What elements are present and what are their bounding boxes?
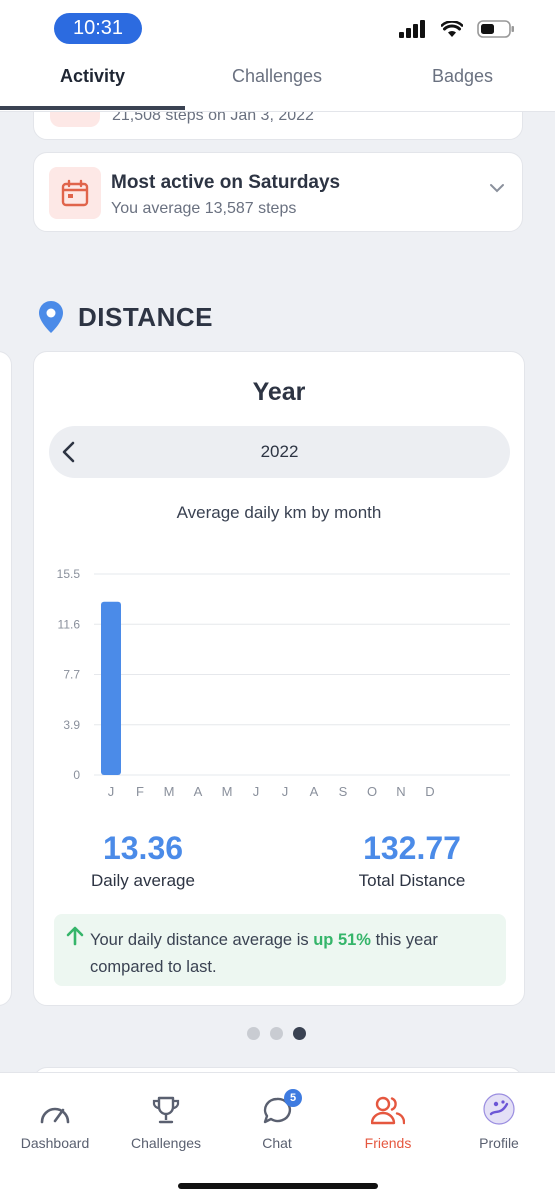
status-time: 10:31 [54,13,142,44]
y-tick-label: 3.9 [63,718,80,732]
nav-dashboard-label: Dashboard [20,1135,90,1151]
x-tick-label: M [222,784,233,799]
previous-slide-card[interactable] [0,351,12,1006]
home-indicator [178,1183,378,1189]
trend-banner: Your daily distance average is up 51% th… [54,914,506,986]
daily-average-stat: 13.36 Daily average [78,830,208,891]
most-active-subtitle: You average 13,587 steps [111,200,297,217]
x-tick-label: M [164,784,175,799]
nav-profile[interactable]: Profile [444,1089,554,1151]
nav-friends[interactable]: Friends [333,1089,443,1151]
pager-dot[interactable] [270,1027,283,1040]
nav-profile-label: Profile [479,1135,519,1151]
wifi-icon [441,20,463,37]
friends-icon [371,1096,405,1125]
chart-title: Average daily km by month [176,503,382,522]
period-title: Year [252,378,306,406]
pager-dot-active[interactable] [293,1027,306,1040]
total-distance-stat: 132.77 Total Distance [342,830,482,891]
signal-icon [399,20,425,38]
y-tick-label: 0 [73,768,80,782]
top-header: 10:31 Activity Challenges Badges [0,0,555,112]
year-selector: 2022 [49,426,510,478]
y-tick-label: 7.7 [63,668,80,682]
trend-text: Your daily distance average is up 51% th… [90,927,490,981]
tab-challenges[interactable]: Challenges [232,66,322,87]
tab-activity[interactable]: Activity [60,66,125,87]
x-tick-label: D [425,784,434,799]
carousel-pager [247,1027,306,1040]
bottom-nav: Dashboard Challenges 5 Chat Friends Prof… [0,1072,555,1200]
total-distance-value: 132.77 [363,830,461,866]
nav-challenges-label: Challenges [130,1135,202,1151]
section-title: DISTANCE [78,301,213,332]
x-tick-label: A [310,784,319,799]
most-active-card[interactable]: Most active on Saturdays You average 13,… [33,152,523,232]
top-tabs: Activity Challenges Badges [0,60,555,94]
nav-chat-label: Chat [262,1135,292,1151]
chevron-down-icon[interactable] [489,183,505,193]
trend-highlight: up 51% [313,931,371,949]
most-active-title: Most active on Saturdays [111,172,341,193]
arrow-up-icon [66,926,84,946]
year-label: 2022 [260,442,299,461]
trend-prefix: Your daily distance average is [90,931,314,949]
tab-badges[interactable]: Badges [432,66,493,87]
y-tick-label: 11.6 [58,617,81,631]
calendar-icon [49,167,101,219]
nav-dashboard[interactable]: Dashboard [0,1089,110,1151]
x-tick-label: A [194,784,203,799]
x-tick-label: J [253,784,260,799]
active-tab-indicator [0,106,185,110]
nav-friends-label: Friends [364,1135,412,1151]
gauge-icon [40,1107,70,1124]
distance-card: Year 2022 Average daily km by month 15.5… [33,351,525,1006]
chat-badge: 5 [284,1089,302,1107]
status-icons [399,20,515,38]
distance-section-header: DISTANCE [38,300,213,334]
x-tick-label: N [396,784,405,799]
nav-challenges[interactable]: Challenges [111,1089,221,1151]
x-tick-label: J [282,784,289,799]
x-tick-label: J [108,784,115,799]
bar-0 [101,601,121,775]
x-tick-label: F [136,784,144,799]
distance-bar-chart: 15.5 11.6 7.7 3.9 0 J F M A M J J A S O N D [57,567,510,799]
daily-average-value: 13.36 [102,830,184,866]
daily-average-label: Daily average [91,871,195,890]
total-distance-label: Total Distance [358,871,466,890]
trophy-icon [152,1096,180,1124]
pager-dot[interactable] [247,1027,260,1040]
y-tick-label: 15.5 [57,567,81,581]
battery-icon [477,20,514,38]
avatar-icon [483,1093,515,1125]
nav-chat[interactable]: 5 Chat [222,1089,332,1151]
x-tick-label: O [367,784,377,799]
location-pin-icon [39,301,63,333]
x-tick-label: S [339,784,348,799]
